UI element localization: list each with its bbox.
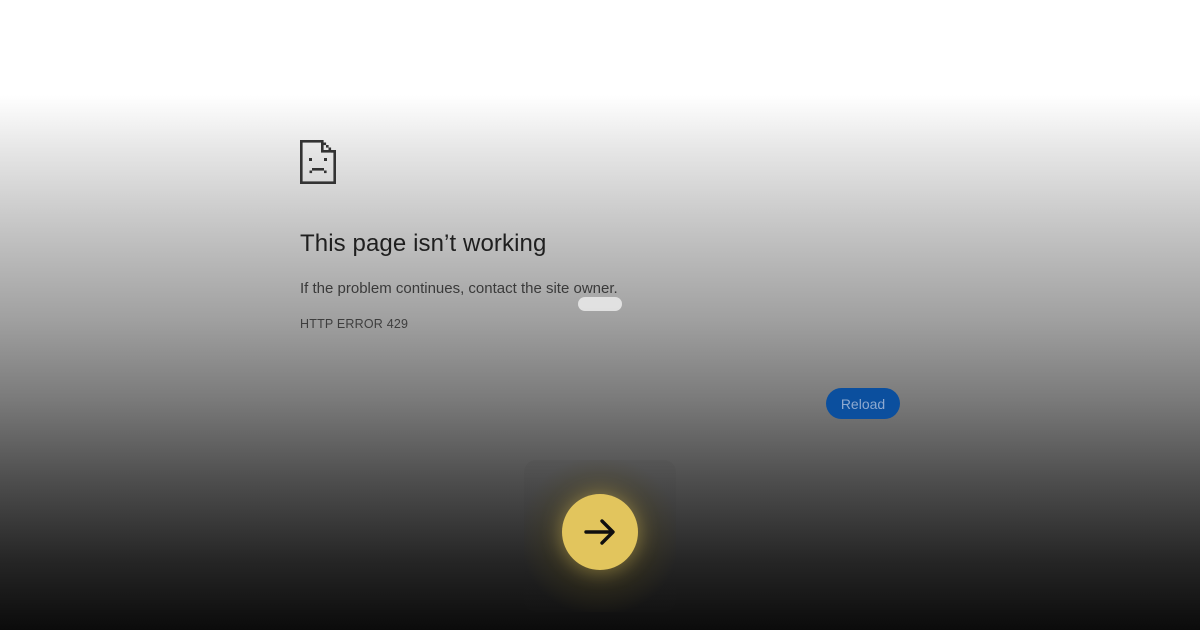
cursor-highlight — [578, 297, 622, 311]
next-button[interactable] — [562, 494, 638, 570]
page-title: This page isn’t working — [300, 230, 547, 257]
error-screen: { "page": { "icon": "sad-page-icon", "ti… — [0, 0, 1200, 630]
error-code: HTTP ERROR 429 — [300, 317, 409, 331]
error-message: If the problem continues, contact the si… — [300, 280, 618, 297]
arrow-right-icon — [584, 519, 615, 545]
error-panel: This page isn’t working If the problem c… — [300, 140, 900, 430]
sad-page-icon — [300, 140, 336, 184]
reload-button[interactable]: Reload — [826, 388, 900, 419]
